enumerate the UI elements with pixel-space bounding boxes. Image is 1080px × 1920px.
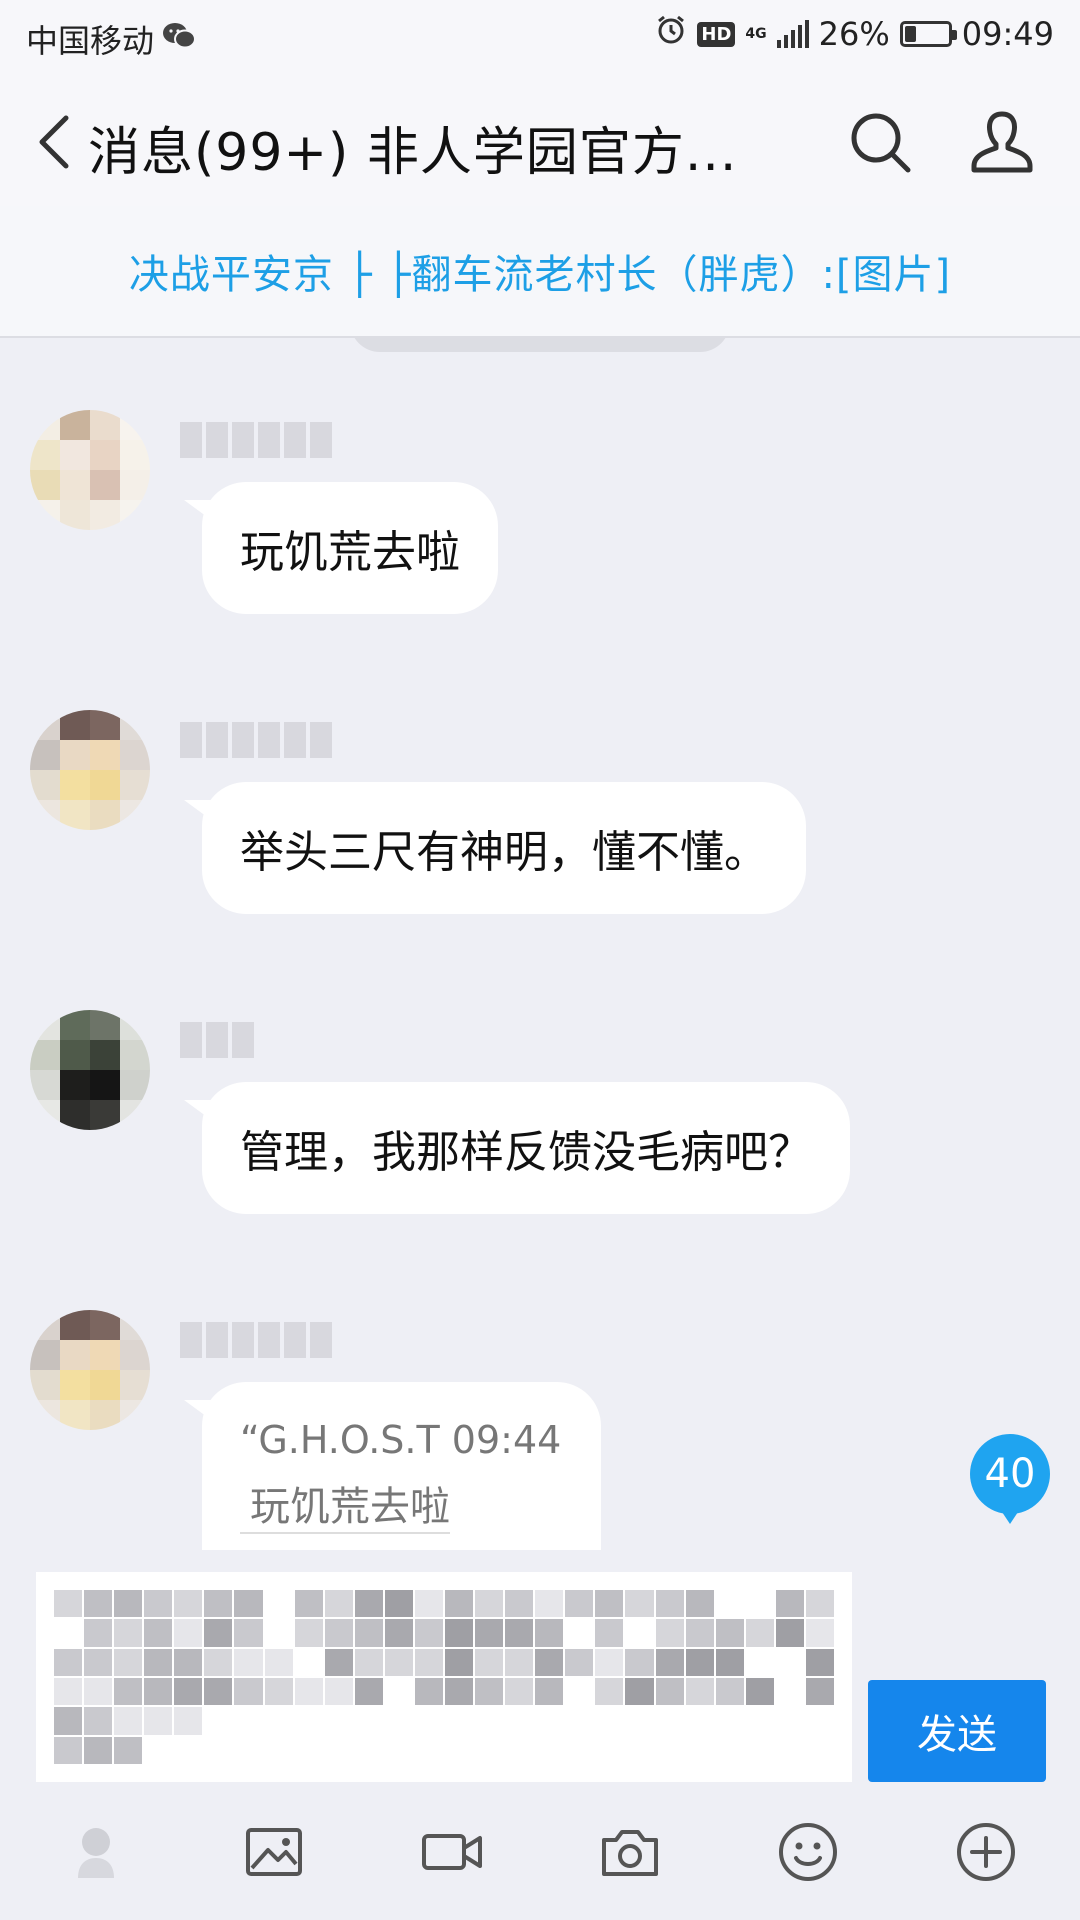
camera-icon[interactable] (590, 1812, 670, 1892)
sender-name-blurred (180, 422, 332, 458)
notice-text: 决战平安京 ├ ├翻车流老村长（胖虎）:[图片] (128, 252, 952, 298)
message-input[interactable] (36, 1572, 852, 1782)
message-bubble[interactable]: 玩饥荒去啦 (184, 482, 498, 614)
carrier-label: 中国移动 (26, 22, 155, 60)
avatar[interactable] (30, 1010, 150, 1130)
image-icon[interactable] (234, 1812, 314, 1892)
group-members-icon[interactable] (966, 106, 1038, 178)
sender-name-blurred (180, 722, 332, 758)
battery-level (904, 26, 916, 42)
avatar[interactable] (30, 410, 150, 530)
hd-icon: HD (697, 21, 736, 47)
video-icon[interactable] (412, 1812, 492, 1892)
alarm-icon (655, 14, 687, 54)
chat-header: 消息(99+) 非人学园官方... (0, 76, 1080, 206)
signal-icon (776, 20, 809, 48)
plus-icon[interactable] (946, 1812, 1026, 1892)
quote-text: 玩饥荒去啦 (240, 1474, 450, 1534)
message-bubble[interactable]: 管理，我那样反馈没毛病吧？ (184, 1082, 850, 1214)
quote-meta: “G.H.O.S.T 09:44 (240, 1418, 562, 1462)
group-notice-banner[interactable]: 决战平安京 ├ ├翻车流老村长（胖虎）:[图片] (0, 206, 1080, 338)
voice-icon[interactable] (56, 1812, 136, 1892)
chat-title[interactable]: 消息(99+) 非人学园官方... (88, 110, 737, 185)
search-icon[interactable] (844, 106, 916, 178)
avatar[interactable] (30, 1310, 150, 1430)
network-type: 4G (745, 26, 767, 42)
back-arrow-icon[interactable] (32, 112, 76, 172)
battery-icon (899, 21, 957, 47)
sender-name-blurred (180, 1022, 254, 1058)
battery-percent: 26% (818, 15, 890, 53)
send-button[interactable]: 发送 (868, 1680, 1046, 1782)
clock: 09:49 (961, 15, 1054, 53)
emoji-icon[interactable] (768, 1812, 848, 1892)
unread-count-badge[interactable]: 40 (970, 1434, 1050, 1524)
input-bar: 发送 (0, 1550, 1080, 1920)
avatar[interactable] (30, 710, 150, 830)
wechat-icon (162, 20, 197, 58)
input-toolbar (0, 1812, 1080, 1912)
status-bar: 中国移动 HD 4G 26% 09:49 (0, 0, 1080, 76)
message-bubble[interactable]: 举头三尺有神明，懂不懂。 (184, 782, 806, 914)
sender-name-blurred (180, 1322, 332, 1358)
